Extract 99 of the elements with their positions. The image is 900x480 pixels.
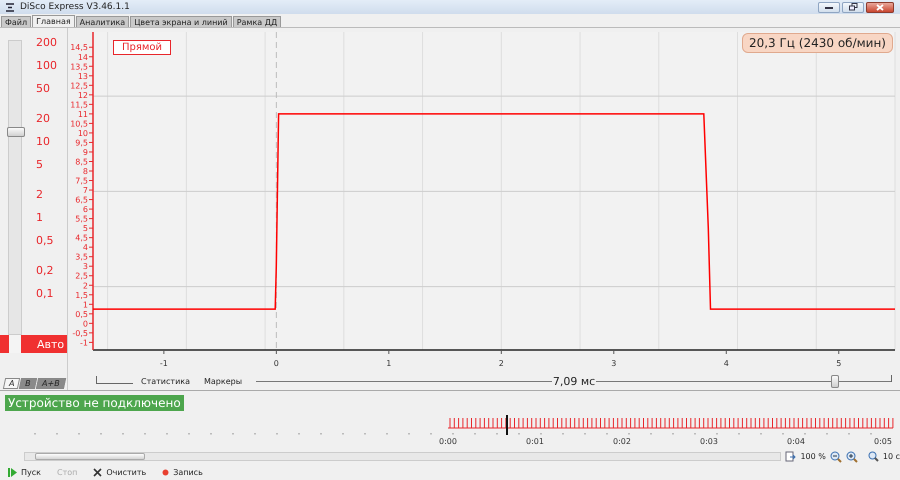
time-span: 10 с [882,452,900,461]
time-label: 0:04 [787,437,805,446]
toolbar-button[interactable]: Пуск [8,468,41,477]
y-axis-label: 12,5 [70,81,88,90]
y-axis-label: 9 [82,148,88,157]
x-axis-label: -1 [160,359,168,368]
gain-label: 0,2 [36,264,54,277]
horizontal-scrollbar[interactable] [24,452,782,461]
minimize-icon [825,5,833,9]
mode-label: Прямой [113,40,172,55]
sweep-value: 7,09 мс [552,374,596,388]
y-axis-label: 2,5 [75,272,88,281]
y-axis-label: 0 [82,319,88,328]
time-label: 0:03 [700,437,718,446]
play-icon [8,468,17,477]
y-axis-label: 5,5 [75,214,88,224]
close-icon [93,468,102,477]
y-axis-label: 13 [78,72,88,81]
y-axis-label: 2 [82,281,88,290]
x-axis-label: 5 [836,359,842,368]
time-label: 0:02 [613,437,631,446]
y-axis-label: 14 [78,52,88,62]
footer-tab[interactable]: Маркеры [204,376,242,386]
slider-thumb[interactable] [830,375,839,388]
time-label: 0:05 [874,437,892,446]
y-axis-label: 9,5 [75,138,88,148]
fit-page-button[interactable] [785,451,796,462]
y-axis-label: 10,5 [70,119,88,128]
toolbar-button[interactable]: Очистить [93,468,146,477]
record-icon [162,469,170,476]
gain-label: 5 [36,158,44,171]
channel-tab[interactable]: A+B [36,378,66,389]
y-axis-label: 11,5 [70,100,88,110]
time-label: 0:00 [439,437,457,446]
y-axis-label: -0,5 [72,328,88,338]
y-axis-label: 3 [82,262,88,272]
y-axis-label: 8 [82,167,88,176]
gain-label: 20 [36,112,51,125]
menu-tab[interactable]: Цвета экрана и линий [130,16,232,27]
y-axis-label: 5 [82,224,88,234]
menu-tab[interactable]: Рамка ДД [232,16,282,27]
gain-label: 10 [36,135,51,148]
auto-gain-bar[interactable]: Авто [0,335,67,353]
y-axis-label: 8,5 [75,157,88,166]
close-icon [876,4,884,10]
y-axis-label: -1 [80,338,88,348]
zoom-percent: 100 % [800,452,826,461]
toolbar-button[interactable]: Запись [162,468,203,477]
connection-status: Устройство не подключено [5,395,184,411]
zoom-out-button[interactable] [830,450,842,462]
y-axis-label: 10 [78,128,88,138]
search-icon[interactable] [868,451,879,462]
sweep-slider[interactable]: 7,09 мс [256,374,892,388]
x-axis-label: 1 [386,359,392,368]
window-title: DiSco Express V3.46.1.1 [20,2,130,12]
y-axis-label: 1 [82,300,88,310]
slider-thumb[interactable] [7,127,25,137]
bracket-line [96,376,133,384]
y-axis-label: 14,5 [70,43,88,52]
frequency-badge: 20,3 Гц (2430 об/мин) [742,33,893,53]
y-axis-label: 7,5 [75,176,88,186]
restore-button[interactable] [842,2,864,12]
y-axis-label: 6 [82,205,88,214]
gain-label: 200 [36,36,57,49]
gain-label: 0,5 [36,234,54,247]
y-axis-label: 1,5 [75,290,88,300]
restore-icon [848,3,858,11]
gain-slider[interactable] [8,40,22,335]
y-axis-label: 3,5 [75,252,88,262]
y-axis-label: 11 [78,110,88,119]
gain-label: 100 [36,59,57,72]
menu-tab[interactable]: Файл [1,16,32,27]
x-axis-label: 3 [611,359,616,368]
y-axis-label: 7 [82,186,88,196]
zoom-in-button[interactable] [846,450,858,462]
x-axis-label: 0 [274,359,279,368]
time-label: 0:01 [526,437,544,446]
y-axis-label: 13,5 [70,62,88,72]
scrollbar-thumb[interactable] [35,453,145,460]
menu-tab[interactable]: Главная [32,15,75,27]
gain-label: 1 [36,211,44,224]
minimize-button[interactable] [818,2,840,12]
auto-label: Авто [37,338,64,350]
y-axis-label: 6,5 [75,196,88,205]
close-button[interactable] [866,2,894,12]
x-axis-label: 2 [498,359,504,368]
y-axis-label: 4 [82,243,88,252]
channel-tab[interactable]: B [19,378,38,389]
footer-tab[interactable]: Статистика [141,376,190,386]
gain-label: 0,1 [36,287,54,300]
gain-label: 50 [36,82,51,95]
app-icon [6,2,14,12]
channel-tab[interactable]: A [2,378,21,389]
gain-label: 2 [36,188,44,201]
menu-tab[interactable]: Аналитика [76,16,130,27]
y-axis-label: 0,5 [75,310,88,319]
y-axis-label: 4,5 [75,234,88,243]
x-axis-label: 4 [724,359,729,368]
y-axis-label: 12 [78,90,88,100]
